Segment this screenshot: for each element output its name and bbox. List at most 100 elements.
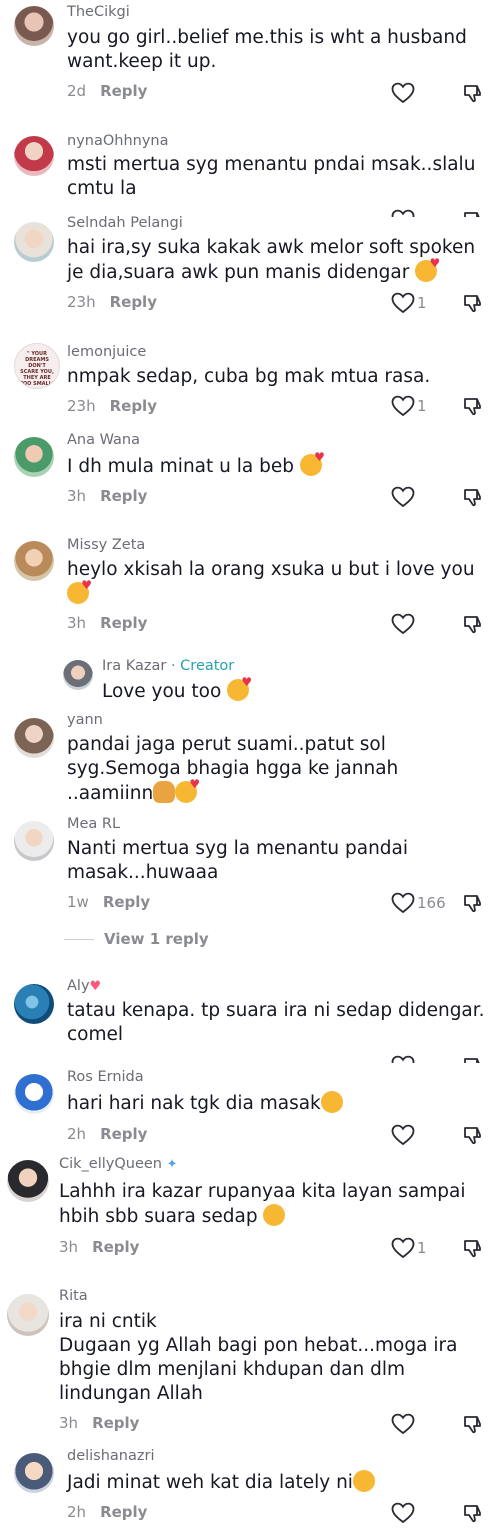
comment-text-content: I dh mula minat u la beb xyxy=(67,456,294,477)
heart-outline-icon[interactable] xyxy=(391,486,415,508)
username[interactable]: Ros Ernida xyxy=(67,1069,144,1085)
avatar[interactable] xyxy=(14,437,54,477)
like-count: 1 xyxy=(417,397,427,415)
thumbs-down-outline-icon[interactable] xyxy=(463,1056,483,1063)
comment-text-content: hari hari nak tgk dia masak xyxy=(67,1093,321,1114)
thumbs-down-outline-icon[interactable] xyxy=(463,210,483,217)
avatar[interactable] xyxy=(14,718,54,758)
heart-outline-icon[interactable] xyxy=(391,1124,415,1146)
timestamp: 3h xyxy=(59,1238,79,1256)
username[interactable]: Missy Zeta xyxy=(67,537,145,553)
comment-meta: 23h Reply xyxy=(67,293,157,311)
username[interactable]: Rita xyxy=(59,1288,88,1304)
username[interactable]: TheCikgi xyxy=(67,4,130,20)
thumbs-down-outline-icon[interactable] xyxy=(463,1238,483,1258)
cut-off-meta-row xyxy=(380,209,490,217)
like-count: 1 xyxy=(417,294,427,312)
avatar[interactable] xyxy=(7,1160,49,1202)
thumbs-down-outline-icon[interactable] xyxy=(463,396,483,416)
thumbs-down-outline-icon[interactable] xyxy=(463,293,483,313)
thumbs-down-outline-icon[interactable] xyxy=(463,1503,483,1523)
heart-outline-icon[interactable] xyxy=(391,1502,415,1524)
username[interactable]: lemonjuice xyxy=(67,344,146,360)
heart-outline-icon[interactable] xyxy=(391,613,415,635)
thumbs-down-outline-icon[interactable] xyxy=(463,83,483,103)
username[interactable]: delishanazri xyxy=(67,1448,155,1464)
comment-text-content: Jadi minat weh kat dia lately ni xyxy=(67,1472,353,1493)
heart-outline-icon[interactable] xyxy=(391,292,415,314)
comment-text: Love you too xyxy=(102,676,482,704)
comment-text-content: hai ira,sy suka kakak awk melor soft spo… xyxy=(67,237,476,283)
thumbs-down-outline-icon[interactable] xyxy=(463,614,483,634)
reply-button[interactable]: Reply xyxy=(110,397,157,415)
timestamp: 3h xyxy=(67,487,87,505)
avatar[interactable] xyxy=(14,136,54,176)
grinning-squinting-face-icon xyxy=(352,1470,375,1492)
heart-emoji-icon: ♥ xyxy=(89,979,102,994)
avatar[interactable]: " YOUR DREAMS DON'T SCARE YOU, THEY ARE … xyxy=(14,343,60,389)
avatar[interactable] xyxy=(14,1453,54,1493)
username[interactable]: Ana Wana xyxy=(67,432,140,448)
username[interactable]: Ira Kazar · Creator xyxy=(102,658,234,674)
comment-text: I dh mula minat u la beb xyxy=(67,451,487,479)
username[interactable]: yann xyxy=(67,712,103,728)
reply-button[interactable]: Reply xyxy=(100,1503,147,1521)
comment-text-content: Love you too xyxy=(102,681,222,702)
view-replies-button[interactable]: View 1 reply xyxy=(64,930,209,948)
reply-button[interactable]: Reply xyxy=(103,893,150,911)
username-text: Cik_ellyQueen xyxy=(59,1156,162,1172)
comment-meta: 3h Reply xyxy=(67,487,147,505)
smiling-face-with-hearts-icon xyxy=(227,676,252,701)
reply-button[interactable]: Reply xyxy=(92,1238,139,1256)
thumbs-down-outline-icon[interactable] xyxy=(463,893,483,913)
heart-outline-icon[interactable] xyxy=(391,892,415,914)
username[interactable]: nynaOhhnyna xyxy=(67,133,169,149)
reply-button[interactable]: Reply xyxy=(100,614,147,632)
username[interactable]: Mea RL xyxy=(67,816,120,832)
username[interactable]: Selndah Pelangi xyxy=(67,215,183,231)
avatar[interactable] xyxy=(14,222,54,262)
avatar[interactable] xyxy=(63,660,93,690)
thumbs-down-outline-icon[interactable] xyxy=(463,1125,483,1145)
username[interactable]: Aly♥ xyxy=(67,978,101,994)
comment-meta: 1w Reply xyxy=(67,893,150,911)
reply-button[interactable]: Reply xyxy=(100,487,147,505)
cut-off-meta-row xyxy=(380,1055,490,1063)
timestamp: 3h xyxy=(67,614,87,632)
heart-outline-icon[interactable] xyxy=(391,1413,415,1435)
reply-button[interactable]: Reply xyxy=(100,1125,147,1143)
comment-text: Jadi minat weh kat dia lately ni xyxy=(67,1470,487,1495)
avatar[interactable] xyxy=(7,1294,49,1336)
timestamp: 1w xyxy=(67,893,89,911)
avatar[interactable] xyxy=(14,6,54,46)
thumbs-down-outline-icon[interactable] xyxy=(463,1414,483,1434)
comment-meta: 2h Reply xyxy=(67,1125,147,1143)
comment-meta: 3h Reply xyxy=(59,1414,139,1432)
comment-text: msti mertua syg menantu pndai msak..slal… xyxy=(67,154,476,199)
heart-outline-icon[interactable] xyxy=(391,1055,415,1063)
comment-text-content: pandai jaga perut suami..patut sol syg.S… xyxy=(67,734,399,804)
avatar[interactable] xyxy=(14,1074,54,1114)
comment-text-content: Lahhh ira kazar rupanyaa kita layan samp… xyxy=(59,1181,466,1227)
smiling-face-with-hearts-icon xyxy=(415,257,440,282)
thumbs-down-outline-icon[interactable] xyxy=(463,487,483,507)
comment-text: hai ira,sy suka kakak awk melor soft spo… xyxy=(67,236,487,285)
heart-outline-icon[interactable] xyxy=(391,1237,415,1259)
comment-text-content: heylo xkisah la orang xsuka u but i love… xyxy=(67,559,475,580)
reply-button[interactable]: Reply xyxy=(92,1414,139,1432)
pleading-face-icon xyxy=(320,1091,343,1113)
heart-outline-icon[interactable] xyxy=(391,82,415,104)
comment-meta: 3h Reply xyxy=(67,614,147,632)
heart-outline-icon[interactable] xyxy=(391,395,415,417)
avatar[interactable] xyxy=(14,541,54,581)
avatar[interactable] xyxy=(14,821,54,861)
timestamp: 2h xyxy=(67,1125,87,1143)
avatar[interactable] xyxy=(14,984,54,1024)
reply-button[interactable]: Reply xyxy=(110,293,157,311)
comment-text: you go girl..belief me.this is wht a hus… xyxy=(67,27,467,72)
comment-text: Nanti mertua syg la menantu pandai masak… xyxy=(67,838,409,883)
reply-button[interactable]: Reply xyxy=(100,82,147,100)
heart-outline-icon[interactable] xyxy=(391,209,415,217)
grinning-squinting-face-icon xyxy=(263,1204,286,1226)
username[interactable]: Cik_ellyQueen ✦ xyxy=(59,1156,178,1172)
